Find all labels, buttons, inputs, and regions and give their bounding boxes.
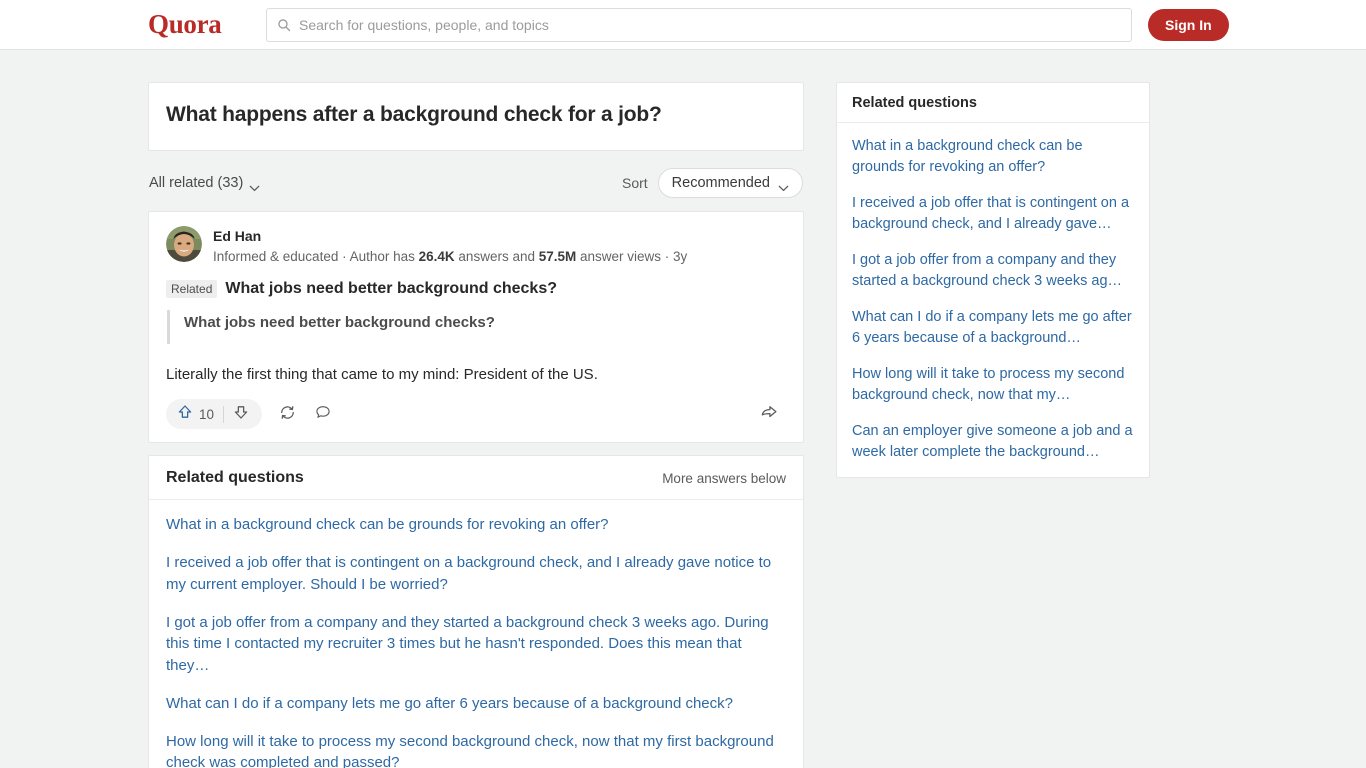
main-column: What happens after a background check fo… [148, 82, 804, 768]
author-info: Ed Han Informed & educated · Author has … [213, 226, 687, 266]
views-count: 57.5M [538, 249, 577, 265]
actions-left-group: 10 [166, 399, 340, 430]
author-name[interactable]: Ed Han [213, 227, 687, 246]
answers-count: 26.4K [418, 249, 455, 265]
list-item[interactable]: How long will it take to process my seco… [166, 731, 786, 768]
author-row: Ed Han Informed & educated · Author has … [166, 226, 786, 266]
status-badge: Related [166, 279, 218, 298]
meta-prefix: · Author has [338, 249, 419, 265]
quoted-question: What jobs need better background checks? [167, 309, 786, 344]
sidebar-item-3[interactable]: What can I do if a company lets me go af… [852, 307, 1134, 349]
list-item[interactable]: What can I do if a company lets me go af… [166, 693, 786, 715]
sidebar-related-questions-card: Related questions What in a background c… [836, 82, 1150, 479]
page-body: What happens after a background check fo… [0, 50, 1366, 768]
upvote-button[interactable]: 10 [170, 404, 223, 424]
related-questions-title: Related questions [166, 469, 304, 487]
filter-sort-row: All related (33) Sort Recommended [148, 163, 804, 203]
all-related-dropdown[interactable]: All related (33) [149, 175, 260, 191]
related-questions-header: Related questions More answers below [149, 456, 803, 501]
upvote-arrow-icon [177, 404, 193, 424]
all-related-label: All related (33) [149, 175, 244, 192]
author-credentials: Informed & educated · Author has 26.4K a… [213, 247, 687, 267]
answer-content: Ed Han Informed & educated · Author has … [149, 212, 803, 442]
related-questions-list: What in a background check can be ground… [149, 500, 803, 768]
sidebar: Related questions What in a background c… [836, 82, 1150, 490]
list-item[interactable]: What in a background check can be ground… [166, 514, 786, 536]
author-credential: Informed & educated [213, 249, 339, 265]
downvote-arrow-icon [233, 404, 249, 424]
sort-controls: Sort Recommended [621, 168, 803, 199]
sidebar-list: What in a background check can be ground… [837, 123, 1149, 477]
related-question-line: Related What jobs need better background… [166, 279, 786, 298]
sidebar-item-1[interactable]: I received a job offer that is contingen… [852, 193, 1134, 235]
sidebar-item-5[interactable]: Can an employer give someone a job and a… [852, 421, 1134, 463]
sort-dropdown[interactable]: Recommended [657, 168, 803, 199]
related-questions-card: Related questions More answers below Wha… [148, 455, 804, 768]
sort-label: Sort [621, 175, 648, 192]
chevron-down-icon [249, 180, 260, 191]
more-answers-below-link[interactable]: More answers below [662, 471, 786, 486]
search-icon [277, 18, 291, 32]
comment-bubble-icon [315, 404, 331, 424]
related-question-title[interactable]: What jobs need better background checks? [225, 280, 557, 298]
quora-logo[interactable]: Quora [148, 11, 222, 38]
sort-value: Recommended [671, 175, 770, 192]
search-input[interactable] [299, 16, 1121, 33]
sidebar-item-2[interactable]: I got a job offer from a company and the… [852, 250, 1134, 292]
search-bar[interactable] [266, 7, 1132, 42]
sign-in-button[interactable]: Sign In [1148, 8, 1229, 41]
sidebar-item-0[interactable]: What in a background check can be ground… [852, 136, 1134, 178]
avatar[interactable] [166, 226, 202, 263]
sidebar-title: Related questions [837, 83, 1149, 123]
meta-suffix: answer views · 3y [576, 249, 688, 265]
list-item[interactable]: I got a job offer from a company and the… [166, 612, 786, 677]
share-button[interactable] [752, 399, 786, 429]
page-title: What happens after a background check fo… [166, 103, 662, 126]
answer-body: Literally the first thing that came to m… [166, 365, 598, 383]
chevron-down-icon [778, 180, 789, 191]
meta-middle: answers and [454, 249, 539, 265]
list-item[interactable]: I received a job offer that is contingen… [166, 552, 786, 596]
question-title-card: What happens after a background check fo… [148, 82, 804, 152]
answer-card: Ed Han Informed & educated · Author has … [148, 211, 804, 444]
comment-button[interactable] [306, 399, 340, 429]
downvote-button[interactable] [224, 404, 258, 424]
site-header: Quora Sign In [0, 0, 1366, 50]
repost-button[interactable] [270, 399, 304, 429]
upvote-count: 10 [199, 406, 215, 422]
answer-actions: 10 [166, 394, 786, 434]
vote-pill: 10 [166, 399, 263, 430]
sidebar-item-4[interactable]: How long will it take to process my seco… [852, 364, 1134, 406]
share-arrow-icon [760, 403, 778, 425]
repost-icon [279, 404, 296, 425]
